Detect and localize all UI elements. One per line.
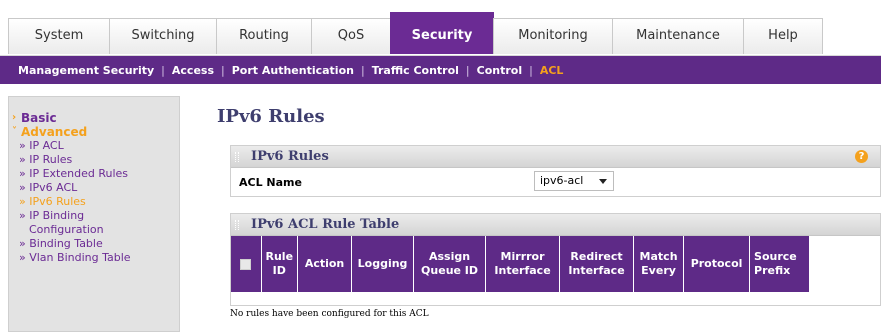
page-title: IPv6 Rules — [217, 106, 325, 127]
tab-maintenance[interactable]: Maintenance — [612, 18, 744, 54]
sidebar-advanced[interactable]: ˅ Advanced — [9, 125, 179, 139]
sidebar: › Basic ˅ Advanced » IP ACL » IP Rules »… — [8, 96, 180, 332]
acl-name-value: ipv6-acl — [540, 174, 584, 187]
sub-navigation: Management Security | Access | Port Auth… — [0, 56, 881, 84]
sidebar-basic-label: Basic — [21, 111, 57, 125]
sidebar-item-ip-binding[interactable]: » IP Binding — [9, 209, 179, 223]
tab-switching[interactable]: Switching — [109, 18, 217, 54]
column-redirect-interface: Redirect Interface — [559, 236, 635, 292]
acl-name-label: ACL Name — [239, 176, 302, 189]
help-icon[interactable]: ? — [855, 150, 868, 163]
subnav-access[interactable]: Access — [172, 64, 214, 77]
tab-help[interactable]: Help — [743, 18, 823, 54]
subnav-separator: | — [529, 63, 533, 77]
dropdown-caret-icon — [599, 179, 607, 184]
tab-qos[interactable]: QoS — [311, 18, 391, 54]
table-header-row: Rule ID Action Logging Assign Queue ID Mir… — [231, 236, 811, 292]
acl-name-row: ACL Name ipv6-acl — [231, 168, 880, 196]
select-all-column — [231, 236, 262, 292]
sidebar-item-binding-table[interactable]: » Binding Table — [9, 237, 179, 251]
panel-title: IPv6 ACL Rule Table — [251, 217, 400, 232]
drag-grip-icon — [235, 152, 239, 162]
subnav-separator: | — [221, 63, 225, 77]
subnav-separator: | — [161, 63, 165, 77]
ipv6-rules-panel: IPv6 Rules ? ACL Name ipv6-acl — [230, 145, 881, 197]
sidebar-item-ip-binding-configuration[interactable]: Configuration — [9, 223, 179, 237]
subnav-separator: | — [465, 63, 470, 77]
tab-routing[interactable]: Routing — [216, 18, 312, 54]
tab-system[interactable]: System — [8, 18, 110, 54]
sidebar-basic[interactable]: › Basic — [9, 111, 179, 125]
subnav-separator: | — [360, 63, 365, 77]
subnav-traffic-control[interactable]: Traffic Control — [372, 64, 459, 77]
acl-name-select[interactable]: ipv6-acl — [534, 171, 614, 191]
column-mirror-interface: Mirrror Interface — [485, 236, 561, 292]
sidebar-item-ip-rules[interactable]: » IP Rules — [9, 153, 179, 167]
column-source-prefix: Source Prefix — [749, 236, 811, 292]
column-rule-id: Rule ID — [261, 236, 299, 292]
top-tabs: System Switching Routing QoS Security Mo… — [8, 12, 823, 54]
chevron-down-icon: ˅ — [12, 126, 17, 137]
subnav-control[interactable]: Control — [477, 64, 522, 77]
column-action: Action — [297, 236, 353, 292]
column-match-every: Match Every — [633, 236, 685, 292]
tab-monitoring[interactable]: Monitoring — [493, 18, 613, 54]
rules-table: Rule ID Action Logging Assign Queue ID Mir… — [231, 236, 811, 292]
subnav-management-security[interactable]: Management Security — [18, 64, 154, 77]
panel-header: IPv6 ACL Rule Table — [231, 214, 880, 236]
panel-title: IPv6 Rules — [251, 149, 329, 164]
subnav-port-authentication[interactable]: Port Authentication — [232, 64, 354, 77]
tab-security[interactable]: Security — [390, 12, 494, 54]
sidebar-item-ipv6-acl[interactable]: » IPv6 ACL — [9, 181, 179, 195]
select-all-checkbox[interactable] — [240, 258, 252, 270]
column-assign-queue-id: Assign Queue ID — [413, 236, 487, 292]
drag-grip-icon — [235, 220, 239, 230]
sidebar-item-vlan-binding-table[interactable]: » Vlan Binding Table — [9, 251, 179, 265]
panel-header: IPv6 Rules ? — [231, 146, 880, 168]
sidebar-item-ip-extended-rules[interactable]: » IP Extended Rules — [9, 167, 179, 181]
empty-table-message: No rules have been configured for this A… — [230, 309, 429, 319]
column-protocol: Protocol — [683, 236, 751, 292]
sidebar-item-ipv6-rules[interactable]: » IPv6 Rules — [9, 195, 179, 209]
top-navigation: System Switching Routing QoS Security Mo… — [0, 0, 881, 56]
sidebar-advanced-label: Advanced — [21, 125, 88, 139]
sidebar-item-ip-acl[interactable]: » IP ACL — [9, 139, 179, 153]
column-logging: Logging — [351, 236, 415, 292]
chevron-right-icon: › — [12, 112, 17, 123]
ipv6-acl-rule-table-panel: IPv6 ACL Rule Table Rule ID Action Loggin… — [230, 213, 881, 306]
subnav-acl[interactable]: ACL — [540, 64, 564, 77]
